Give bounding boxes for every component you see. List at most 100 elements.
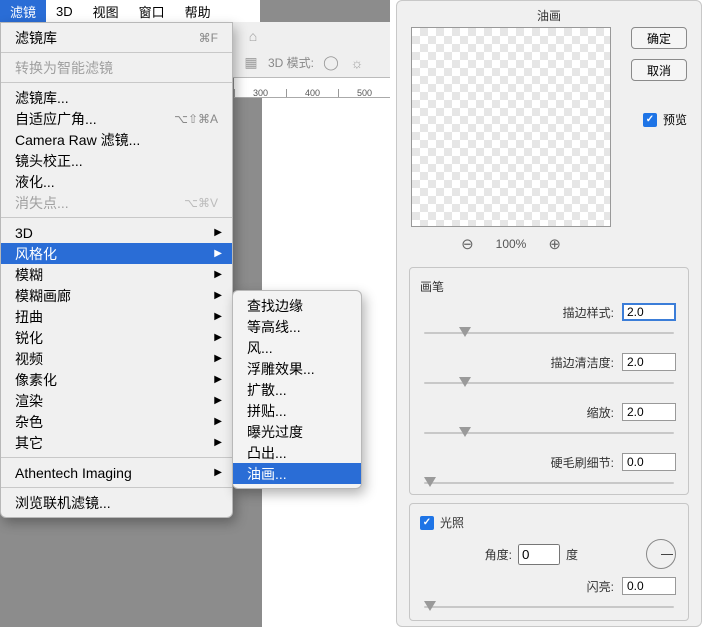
chevron-right-icon: ▶ [214, 467, 222, 478]
light-legend: 光照 [440, 514, 464, 531]
stylize-submenu: 查找边缘 等高线... 风... 浮雕效果... 扩散... 拼贴... 曝光过… [232, 290, 362, 489]
preview-label: 预览 [663, 111, 687, 128]
bristle-label: 硬毛刷细节: [422, 454, 622, 471]
app-window: ⌂ ▦ 3D 模式: ◯ ☼ 300 400 500 滤镜 3D 视图 窗口 帮… [0, 0, 390, 627]
dd-liquify[interactable]: 液化... [1, 171, 232, 192]
light-checkbox[interactable]: ✓ [420, 516, 434, 530]
chevron-right-icon: ▶ [214, 332, 222, 343]
menu-filter[interactable]: 滤镜 [0, 0, 46, 24]
ruler: 300 400 500 [234, 78, 390, 98]
sub-diffuse[interactable]: 扩散... [233, 379, 361, 400]
stroke-clean-label: 描边清洁度: [422, 354, 622, 371]
chevron-right-icon: ▶ [214, 311, 222, 322]
dd-render[interactable]: 渲染▶ [1, 390, 232, 411]
dd-convert-smart: 转换为智能滤镜 [1, 57, 232, 78]
sub-oil-paint[interactable]: 油画... [233, 463, 361, 484]
menu-window[interactable]: 窗口 [129, 0, 175, 24]
dd-sep [1, 217, 232, 218]
dialog-title: 油画 [397, 1, 701, 26]
chevron-right-icon: ▶ [214, 437, 222, 448]
dd-3d[interactable]: 3D▶ [1, 222, 232, 243]
chevron-right-icon: ▶ [214, 395, 222, 406]
chevron-right-icon: ▶ [214, 269, 222, 280]
sub-wind[interactable]: 风... [233, 337, 361, 358]
dd-pixelate[interactable]: 像素化▶ [1, 369, 232, 390]
ruler-mark: 500 [338, 89, 390, 97]
grid-icon[interactable]: ▦ [242, 55, 260, 71]
dd-sep [1, 82, 232, 83]
ruler-mark: 400 [286, 89, 338, 97]
zoom-out-icon[interactable]: ⊖ [461, 235, 474, 253]
chevron-right-icon: ▶ [214, 290, 222, 301]
menu-view[interactable]: 视图 [83, 0, 129, 24]
stroke-clean-slider[interactable] [424, 377, 674, 389]
sub-find-edges[interactable]: 查找边缘 [233, 295, 361, 316]
zoom-level: 100% [496, 237, 527, 251]
scale-label: 缩放: [422, 404, 622, 421]
dd-last-filter[interactable]: 滤镜库 ⌘F [1, 27, 232, 48]
dd-distort[interactable]: 扭曲▶ [1, 306, 232, 327]
dd-noise[interactable]: 杂色▶ [1, 411, 232, 432]
chevron-right-icon: ▶ [214, 416, 222, 427]
dd-sep [1, 487, 232, 488]
home-icon[interactable]: ⌂ [244, 28, 262, 44]
sub-emboss[interactable]: 浮雕效果... [233, 358, 361, 379]
sub-trace-contour[interactable]: 等高线... [233, 316, 361, 337]
dd-lens-correction[interactable]: 镜头校正... [1, 150, 232, 171]
brush-group: 画笔 描边样式: 描边清洁度: 缩放: 硬毛刷细节: [409, 267, 689, 495]
dd-other[interactable]: 其它▶ [1, 432, 232, 453]
angle-label: 角度: [422, 546, 512, 563]
filter-dropdown: 滤镜库 ⌘F 转换为智能滤镜 滤镜库... 自适应广角... ⌥⇧⌘A Came… [0, 22, 233, 518]
angle-dial[interactable] [646, 539, 676, 569]
dd-adaptive-wide[interactable]: 自适应广角... ⌥⇧⌘A [1, 108, 232, 129]
dd-sep [1, 457, 232, 458]
bristle-input[interactable] [622, 453, 676, 471]
sub-extrude[interactable]: 凸出... [233, 442, 361, 463]
shine-input[interactable] [622, 577, 676, 595]
chevron-right-icon: ▶ [214, 353, 222, 364]
stroke-style-slider[interactable] [424, 327, 674, 339]
dd-vanishing: 消失点... ⌥⌘V [1, 192, 232, 213]
light-icon[interactable]: ☼ [348, 55, 366, 71]
stroke-style-label: 描边样式: [422, 304, 622, 321]
stroke-clean-input[interactable] [622, 353, 676, 371]
sub-solarize[interactable]: 曝光过度 [233, 421, 361, 442]
dd-stylize[interactable]: 风格化▶ [1, 243, 232, 264]
menubar: 滤镜 3D 视图 窗口 帮助 [0, 0, 260, 22]
ruler-mark: 300 [234, 89, 286, 97]
shine-slider[interactable] [424, 601, 674, 613]
angle-input[interactable] [518, 544, 560, 565]
dd-video[interactable]: 视频▶ [1, 348, 232, 369]
mode-label: 3D 模式: [268, 54, 314, 71]
shine-label: 闪亮: [422, 578, 622, 595]
scale-input[interactable] [622, 403, 676, 421]
angle-unit: 度 [566, 546, 578, 563]
dd-blur-gallery[interactable]: 模糊画廊▶ [1, 285, 232, 306]
dd-camera-raw[interactable]: Camera Raw 滤镜... [1, 129, 232, 150]
stroke-style-input[interactable] [622, 303, 676, 321]
sub-tiles[interactable]: 拼贴... [233, 400, 361, 421]
preview-checkbox-row: ✓ 预览 [643, 111, 687, 128]
orbit-icon[interactable]: ◯ [322, 55, 340, 71]
zoom-in-icon[interactable]: ⊕ [548, 235, 561, 253]
dd-blur[interactable]: 模糊▶ [1, 264, 232, 285]
dd-browse-online[interactable]: 浏览联机滤镜... [1, 492, 232, 513]
cancel-button[interactable]: 取消 [631, 59, 687, 81]
preview-checkbox[interactable]: ✓ [643, 113, 657, 127]
bristle-slider[interactable] [424, 477, 674, 489]
chevron-right-icon: ▶ [214, 374, 222, 385]
oilpaint-dialog: 油画 ⊖ 100% ⊕ 确定 取消 ✓ 预览 画笔 描边样式: 描边清洁度: 缩… [396, 0, 702, 627]
preview-thumbnail[interactable] [411, 27, 611, 227]
dd-sep [1, 52, 232, 53]
menu-3d[interactable]: 3D [46, 1, 83, 22]
brush-legend: 画笔 [410, 268, 688, 299]
dd-athentech[interactable]: Athentech Imaging▶ [1, 462, 232, 483]
zoom-controls: ⊖ 100% ⊕ [411, 235, 611, 253]
dd-filter-gallery[interactable]: 滤镜库... [1, 87, 232, 108]
dd-sharpen[interactable]: 锐化▶ [1, 327, 232, 348]
scale-slider[interactable] [424, 427, 674, 439]
chevron-right-icon: ▶ [214, 248, 222, 259]
light-group: ✓ 光照 角度: 度 闪亮: [409, 503, 689, 621]
ok-button[interactable]: 确定 [631, 27, 687, 49]
menu-help[interactable]: 帮助 [175, 0, 221, 24]
